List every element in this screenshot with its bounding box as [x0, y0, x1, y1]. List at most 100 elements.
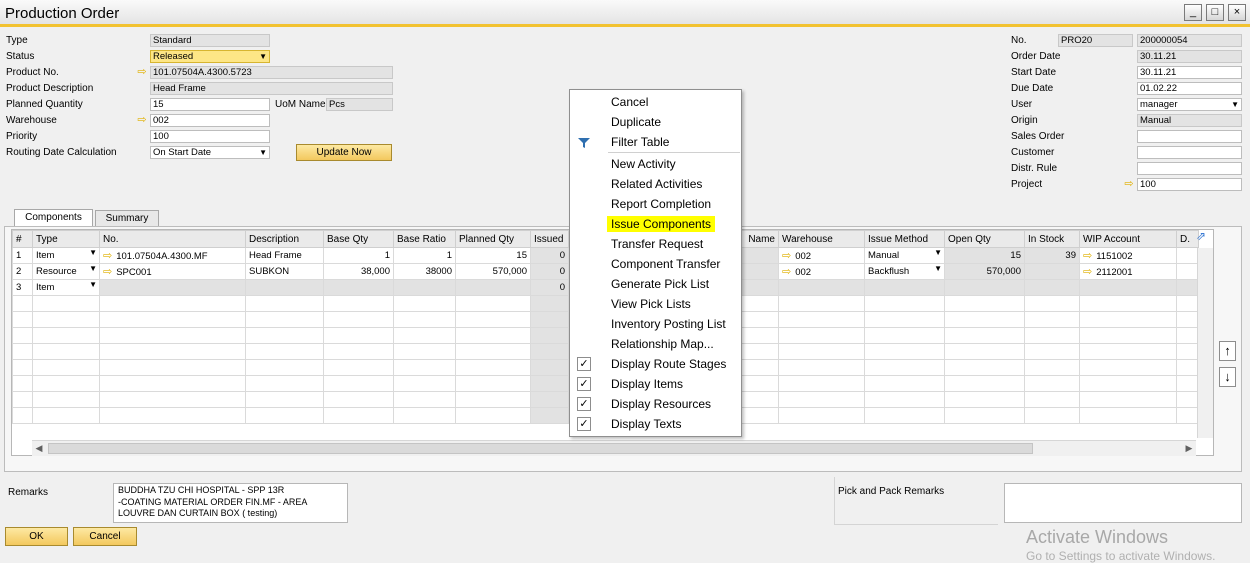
ok-button[interactable]: OK: [5, 527, 68, 546]
warehouse-field[interactable]: 002: [150, 114, 270, 127]
checkmark-icon[interactable]: ✓: [577, 357, 591, 371]
col-header[interactable]: Issue Method: [864, 230, 945, 248]
distr-rule-field[interactable]: [1137, 162, 1242, 175]
sales-order-field[interactable]: [1137, 130, 1242, 143]
planned-qty-cell[interactable]: 570,000: [455, 263, 531, 280]
menu-item-cancel[interactable]: Cancel: [611, 94, 648, 110]
checkmark-icon[interactable]: ✓: [577, 397, 591, 411]
expand-icon[interactable]: ⇗: [1196, 229, 1210, 243]
routing-dropdown[interactable]: On Start Date ▼: [150, 146, 270, 159]
d-cell[interactable]: [1176, 263, 1199, 280]
base-ratio-cell[interactable]: 38000: [393, 263, 456, 280]
row-number[interactable]: 3: [12, 279, 33, 296]
type-cell[interactable]: Resource ▼: [32, 263, 100, 280]
scroll-thumb[interactable]: [48, 443, 1033, 454]
menu-item-relationship-map[interactable]: Relationship Map...: [611, 336, 714, 352]
warehouse-cell[interactable]: ⇨ 002: [778, 263, 865, 280]
menu-item-inventory-posting-list[interactable]: Inventory Posting List: [611, 316, 726, 332]
row-number[interactable]: 1: [12, 247, 33, 264]
base-qty-cell[interactable]: 1: [323, 247, 394, 264]
description-cell[interactable]: SUBKON: [245, 263, 324, 280]
checkmark-icon[interactable]: ✓: [577, 417, 591, 431]
link-arrow-icon[interactable]: ⇨: [782, 250, 791, 262]
menu-item-issue-components[interactable]: Issue Components: [607, 216, 716, 232]
menu-item-generate-pick-list[interactable]: Generate Pick List: [611, 276, 709, 292]
tab-summary[interactable]: Summary: [95, 210, 159, 226]
link-arrow-icon[interactable]: ⇨: [1083, 266, 1092, 278]
col-header[interactable]: Type: [32, 230, 100, 248]
warehouse-cell[interactable]: ⇨ 002: [778, 247, 865, 264]
project-field[interactable]: 100: [1137, 178, 1242, 191]
base-qty-cell[interactable]: 38,000: [323, 263, 394, 280]
menu-item-display-resources[interactable]: Display Resources: [611, 396, 711, 412]
col-header[interactable]: In Stock: [1024, 230, 1080, 248]
link-arrow-icon[interactable]: [1123, 179, 1135, 189]
menu-item-view-pick-lists[interactable]: View Pick Lists: [611, 296, 691, 312]
link-arrow-icon[interactable]: ⇨: [1083, 250, 1092, 262]
move-up-icon[interactable]: ↑: [1219, 341, 1236, 361]
col-header[interactable]: Description: [245, 230, 324, 248]
menu-item-display-route-stages[interactable]: Display Route Stages: [611, 356, 726, 372]
tab-components[interactable]: Components: [14, 209, 93, 226]
maximize-button[interactable]: □: [1206, 4, 1224, 21]
menu-item-report-completion[interactable]: Report Completion: [611, 196, 711, 212]
scroll-left-icon[interactable]: ◀: [32, 443, 46, 455]
start-date-field[interactable]: 30.11.21: [1137, 66, 1242, 79]
link-arrow-icon[interactable]: ⇨: [782, 266, 791, 278]
scroll-right-icon[interactable]: ▶: [1182, 443, 1196, 455]
chevron-down-icon[interactable]: ▼: [89, 265, 97, 274]
remarks-textarea[interactable]: BUDDHA TZU CHI HOSPITAL - SPP 13R -COATI…: [113, 483, 348, 523]
link-arrow-icon[interactable]: [136, 115, 148, 125]
series-dropdown[interactable]: PRO20: [1058, 34, 1133, 47]
priority-field[interactable]: 100: [150, 130, 270, 143]
col-header[interactable]: Base Qty: [323, 230, 394, 248]
link-arrow-icon[interactable]: ⇨: [103, 250, 112, 262]
menu-item-transfer-request[interactable]: Transfer Request: [611, 236, 703, 252]
menu-item-display-texts[interactable]: Display Texts: [611, 416, 681, 432]
col-header[interactable]: Planned Qty: [455, 230, 531, 248]
cancel-button[interactable]: Cancel: [73, 527, 137, 546]
base-ratio-cell[interactable]: 1: [393, 247, 456, 264]
item-no-cell[interactable]: ⇨ SPC001: [99, 263, 246, 280]
col-header[interactable]: Warehouse: [778, 230, 865, 248]
issue-method-cell[interactable]: Backflush ▼: [864, 263, 945, 280]
item-no-cell[interactable]: ⇨ 101.07504A.4300.MF: [99, 247, 246, 264]
menu-item-filter-table[interactable]: Filter Table: [611, 134, 669, 150]
menu-item-new-activity[interactable]: New Activity: [611, 156, 676, 172]
vertical-scrollbar[interactable]: [1197, 248, 1213, 438]
move-down-icon[interactable]: ↓: [1219, 367, 1236, 387]
row-number[interactable]: 2: [12, 263, 33, 280]
pick-pack-textarea[interactable]: [1004, 483, 1242, 523]
chevron-down-icon[interactable]: ▼: [934, 265, 942, 274]
link-arrow-icon[interactable]: ⇨: [103, 266, 112, 278]
col-header[interactable]: Open Qty: [944, 230, 1025, 248]
due-date-field[interactable]: 01.02.22: [1137, 82, 1242, 95]
description-cell[interactable]: Head Frame: [245, 247, 324, 264]
wip-account-cell[interactable]: ⇨ 1151002: [1079, 247, 1177, 264]
d-cell[interactable]: [1176, 247, 1199, 264]
checkmark-icon[interactable]: ✓: [577, 377, 591, 391]
menu-item-component-transfer[interactable]: Component Transfer: [611, 256, 720, 272]
planned-qty-cell[interactable]: 15: [455, 247, 531, 264]
update-now-button[interactable]: Update Now: [296, 144, 392, 161]
col-header[interactable]: No.: [99, 230, 246, 248]
col-header[interactable]: WIP Account: [1079, 230, 1177, 248]
chevron-down-icon[interactable]: ▼: [89, 249, 97, 258]
horizontal-scrollbar[interactable]: ◀ ▶: [32, 440, 1196, 456]
col-header[interactable]: Issued: [530, 230, 569, 248]
close-button[interactable]: ×: [1228, 4, 1246, 21]
menu-item-display-items[interactable]: Display Items: [611, 376, 683, 392]
planned-qty-field[interactable]: 15: [150, 98, 270, 111]
type-cell[interactable]: Item ▼: [32, 279, 100, 296]
item-no-cell[interactable]: [99, 279, 246, 296]
status-dropdown[interactable]: Released ▼: [150, 50, 270, 63]
user-dropdown[interactable]: manager ▼: [1137, 98, 1242, 111]
menu-item-related-activities[interactable]: Related Activities: [611, 176, 702, 192]
customer-field[interactable]: [1137, 146, 1242, 159]
issue-method-cell[interactable]: Manual ▼: [864, 247, 945, 264]
col-header[interactable]: #: [12, 230, 33, 248]
menu-item-duplicate[interactable]: Duplicate: [611, 114, 661, 130]
chevron-down-icon[interactable]: ▼: [934, 249, 942, 258]
type-cell[interactable]: Item ▼: [32, 247, 100, 264]
minimize-button[interactable]: _: [1184, 4, 1202, 21]
